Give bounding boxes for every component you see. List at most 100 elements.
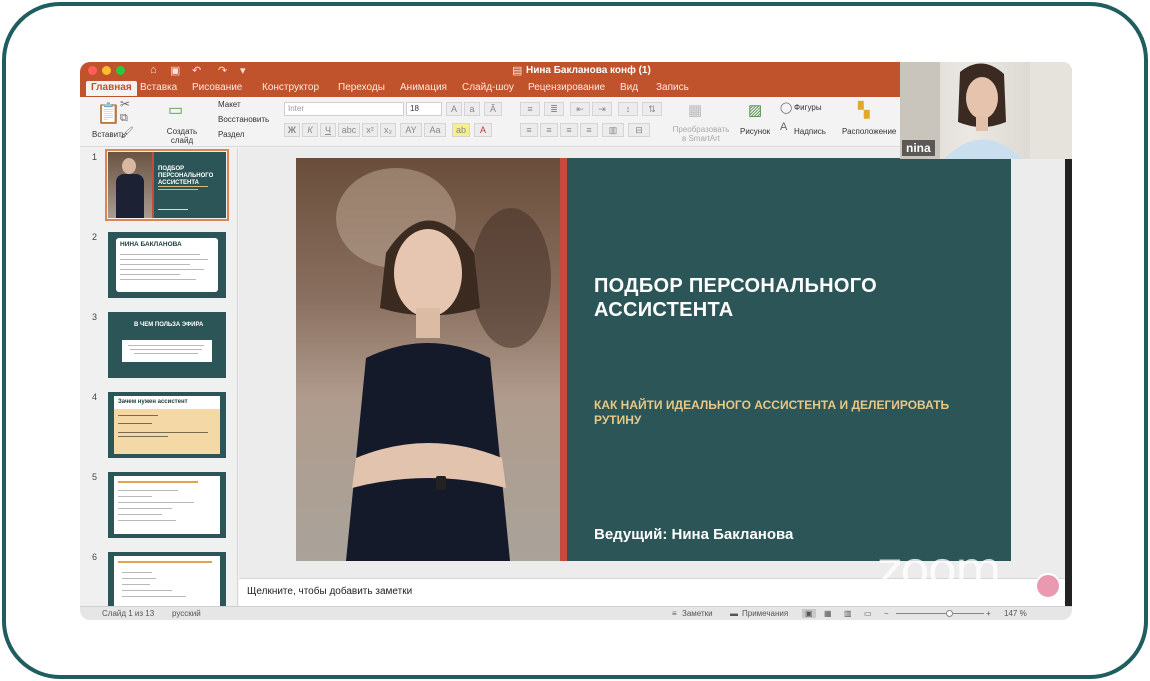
tab-insert[interactable]: Вставка [140, 82, 177, 93]
presentation-window: ⌂ ▣ ↶ ↷ ▾ ▤ Нина Бакланова конф (1) Глав… [80, 62, 1072, 620]
arrange-icon[interactable]: ▚ [858, 101, 870, 119]
thumbnail-slide-6[interactable] [108, 552, 226, 606]
redo-icon[interactable]: ↷ [218, 64, 227, 77]
shapes-button[interactable]: Фигуры [794, 103, 822, 112]
zoom-out-icon[interactable]: − [884, 609, 889, 618]
webcam-participant-name: nina [902, 140, 935, 156]
numbering-button[interactable]: ≣ [544, 102, 564, 116]
thumbnail-slide-2[interactable]: НИНА БАКЛАНОВА [108, 232, 226, 298]
close-window-button[interactable] [88, 66, 97, 75]
cut-icon[interactable]: ✂ [120, 97, 130, 111]
zoom-in-icon[interactable]: + [986, 609, 991, 618]
clear-format-button[interactable]: Ã [484, 102, 502, 116]
normal-view-icon[interactable]: ▣ [802, 609, 816, 618]
thumbnail-title: Зачем нужен ассистент [118, 399, 188, 405]
align-center-button[interactable]: ≡ [540, 123, 558, 137]
zoom-slider-thumb[interactable] [946, 610, 953, 617]
tab-view[interactable]: Вид [620, 82, 638, 93]
copy-icon[interactable]: ⧉ [120, 112, 128, 125]
align-right-button[interactable]: ≡ [560, 123, 578, 137]
home-icon[interactable]: ⌂ [150, 64, 157, 76]
thumbnail-title: ПОДБОР ПЕРСОНАЛЬНОГО АССИСТЕНТА [158, 166, 214, 186]
bold-button[interactable]: Ж [284, 123, 300, 137]
line-spacing-button[interactable]: ↕ [618, 102, 638, 116]
comments-toggle[interactable]: Примечания [742, 609, 788, 618]
thumbnail-slide-1[interactable]: ПОДБОР ПЕРСОНАЛЬНОГО АССИСТЕНТА [105, 149, 229, 221]
tab-animations[interactable]: Анимация [400, 82, 447, 93]
textbox-button[interactable]: Надпись [794, 127, 826, 136]
undo-icon[interactable]: ↶ [192, 64, 201, 77]
bullets-button[interactable]: ≡ [520, 102, 540, 116]
justify-button[interactable]: ≡ [580, 123, 598, 137]
paste-icon[interactable]: 📋 [96, 101, 121, 126]
decrease-font-button[interactable]: a [464, 102, 480, 116]
new-slide-icon[interactable]: ▭ [168, 100, 183, 120]
maximize-window-button[interactable] [116, 66, 125, 75]
notes-toggle[interactable]: Заметки [682, 609, 713, 618]
picture-button[interactable]: Рисунок [740, 127, 770, 136]
convert-smartart-button[interactable]: Преобразовать в SmartArt [670, 125, 732, 143]
subscript-button[interactable]: x₂ [380, 123, 396, 137]
reset-button[interactable]: Восстановить [218, 115, 269, 124]
notes-toggle-icon[interactable]: ≡ [672, 609, 677, 618]
align-text-button[interactable]: ⊟ [628, 123, 650, 137]
current-slide[interactable]: ПОДБОР ПЕРСОНАЛЬНОГО АССИСТЕНТА КАК НАЙТ… [296, 158, 1011, 561]
strikethrough-button[interactable]: abc [338, 123, 360, 137]
superscript-button[interactable]: x² [362, 123, 378, 137]
minimize-window-button[interactable] [102, 66, 111, 75]
highlight-button[interactable]: ab [452, 123, 470, 137]
slideshow-icon[interactable]: ▭ [864, 609, 872, 618]
columns-button[interactable]: ▥ [602, 123, 624, 137]
section-button[interactable]: Раздел [218, 130, 244, 139]
thumbnail-number: 1 [92, 152, 98, 162]
slide-subtitle[interactable]: КАК НАЙТИ ИДЕАЛЬНОГО АССИСТЕНТА И ДЕЛЕГИ… [594, 398, 994, 428]
slide-title[interactable]: ПОДБОР ПЕРСОНАЛЬНОГО АССИСТЕНТА [594, 274, 994, 322]
new-slide-button[interactable]: Создать слайд [164, 127, 200, 145]
comments-icon[interactable]: ▬ [730, 609, 738, 618]
font-size-select[interactable]: 18 [406, 102, 442, 116]
text-direction-button[interactable]: ⇅ [642, 102, 662, 116]
thumbnail-slide-3[interactable]: В ЧЕМ ПОЛЬЗА ЭФИРА [108, 312, 226, 378]
tab-transitions[interactable]: Переходы [338, 82, 385, 93]
increase-indent-button[interactable]: ⇥ [592, 102, 612, 116]
slide-host[interactable]: Ведущий: Нина Бакланова [594, 526, 793, 543]
zoom-level[interactable]: 147 % [1004, 609, 1027, 618]
font-color-button[interactable]: A [474, 123, 492, 137]
notes-placeholder[interactable]: Щелкните, чтобы добавить заметки [247, 586, 412, 597]
increase-font-button[interactable]: A [446, 102, 462, 116]
decrease-indent-button[interactable]: ⇤ [570, 102, 590, 116]
tab-draw[interactable]: Рисование [192, 82, 242, 93]
arrange-button[interactable]: Расположение [842, 127, 896, 136]
change-case-button[interactable]: Aa [424, 123, 446, 137]
language-indicator[interactable]: русский [172, 609, 201, 618]
align-left-button[interactable]: ≡ [520, 123, 538, 137]
char-spacing-button[interactable]: AY [400, 123, 422, 137]
textbox-icon[interactable]: A [780, 121, 787, 133]
tab-review[interactable]: Рецензирование [528, 82, 605, 93]
italic-button[interactable]: К [302, 123, 318, 137]
shapes-icon[interactable]: ◯ [780, 101, 792, 114]
zoom-slider-track[interactable] [896, 613, 984, 614]
font-name-select[interactable]: Inter [284, 102, 404, 116]
thumbnail-number: 5 [92, 472, 98, 482]
smartart-icon[interactable]: ▦ [688, 101, 702, 119]
status-bar: Слайд 1 из 13 русский ≡ Заметки ▬ Примеч… [80, 606, 1072, 620]
tab-slideshow[interactable]: Слайд-шоу [462, 82, 514, 93]
thumbnail-slide-5[interactable] [108, 472, 226, 538]
slide-thumbnail-panel: 1 ПОДБОР ПЕРСОНАЛЬНОГО АССИСТЕНТА 2 НИНА… [80, 148, 238, 606]
tab-record[interactable]: Запись [656, 82, 689, 93]
thumbnail-slide-4[interactable]: Зачем нужен ассистент [108, 392, 226, 458]
reading-view-icon[interactable]: ▥ [844, 609, 852, 618]
picture-icon[interactable]: ▨ [748, 101, 762, 119]
document-title: Нина Бакланова конф (1) [526, 65, 651, 76]
tab-home[interactable]: Главная [86, 81, 137, 96]
underline-button[interactable]: Ч [320, 123, 336, 137]
thumbnail-photo [108, 152, 152, 218]
tab-design[interactable]: Конструктор [262, 82, 319, 93]
layout-button[interactable]: Макет [218, 100, 241, 109]
webcam-video: nina [900, 62, 1072, 159]
slide-sorter-icon[interactable]: ▦ [824, 609, 832, 618]
customize-toolbar-icon[interactable]: ▾ [240, 64, 246, 77]
save-icon[interactable]: ▣ [170, 64, 180, 77]
format-painter-icon[interactable]: 🖌 [120, 126, 134, 139]
